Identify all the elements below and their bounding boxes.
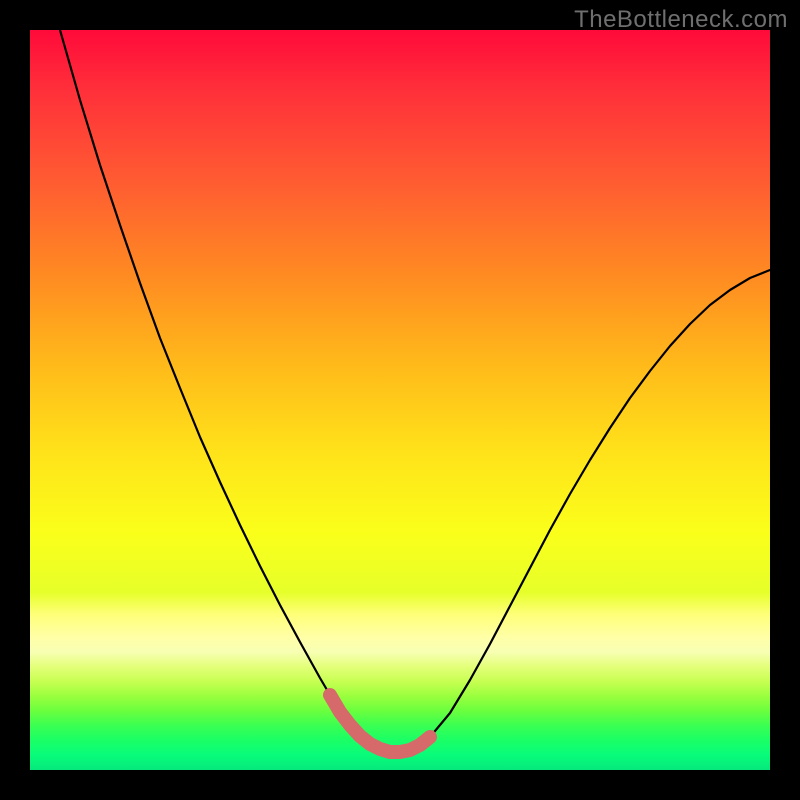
curve-svg	[30, 30, 770, 770]
chart-frame: TheBottleneck.com	[0, 0, 800, 800]
plot-area	[30, 30, 770, 770]
bottleneck-curve	[60, 30, 770, 752]
optimal-band-highlight	[330, 695, 430, 752]
